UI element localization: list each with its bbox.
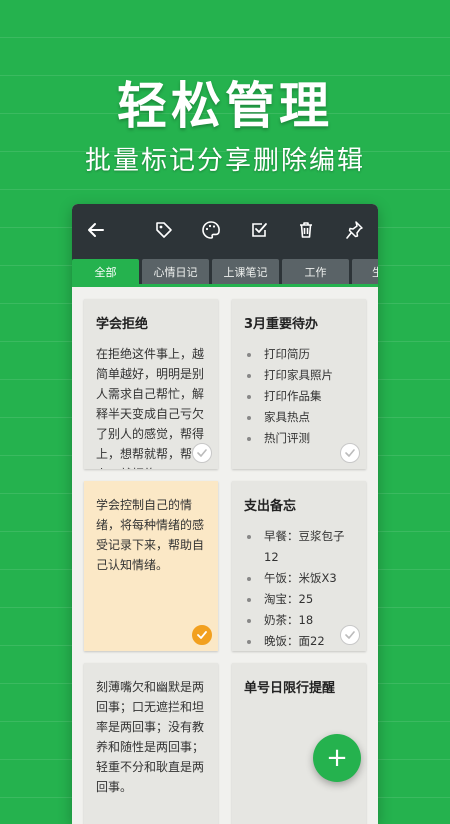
- tab-all[interactable]: 全部: [72, 259, 139, 284]
- select-check-icon[interactable]: [340, 625, 360, 645]
- note-card[interactable]: 3月重要待办 打印简历 打印家具照片 打印作品集 家具热点 热门评测: [232, 299, 366, 469]
- list-item: 家具热点: [244, 407, 354, 428]
- pin-icon[interactable]: [342, 218, 366, 242]
- list-item: 午饭：米饭X3: [244, 568, 354, 589]
- note-body: 刻薄嘴欠和幽默是两回事；口无遮拦和坦率是两回事；没有教养和随性是两回事；轻重不分…: [96, 680, 205, 794]
- note-title: 支出备忘: [244, 499, 297, 514]
- list-item: 打印家具照片: [244, 365, 354, 386]
- trash-icon[interactable]: [294, 218, 318, 242]
- selected-check-icon[interactable]: [192, 625, 212, 645]
- category-tabs: 全部 心情日记 上课笔记 工作 生: [72, 256, 378, 287]
- add-note-button[interactable]: +: [313, 734, 361, 782]
- list-item: 打印简历: [244, 344, 354, 365]
- tab-mood-diary[interactable]: 心情日记: [142, 259, 209, 284]
- hero-subtitle: 批量标记分享删除编辑: [84, 146, 365, 176]
- todo-list: 打印简历 打印家具照片 打印作品集 家具热点 热门评测: [244, 344, 354, 449]
- select-check-icon[interactable]: [340, 443, 360, 463]
- note-card[interactable]: 学会控制自己的情绪，将每种情绪的感受记录下来，帮助自己认知情绪。: [84, 481, 218, 651]
- list-item: 早餐：豆浆包子12: [244, 526, 354, 568]
- note-body: 学会控制自己的情绪，将每种情绪的感受记录下来，帮助自己认知情绪。: [96, 498, 205, 572]
- list-item: 奶茶：18: [244, 610, 354, 631]
- tab-life[interactable]: 生: [352, 259, 378, 284]
- note-title: 学会拒绝: [96, 317, 149, 332]
- list-item: 淘宝：25: [244, 589, 354, 610]
- phone-screen: 全部 心情日记 上课笔记 工作 生 学会拒绝 在拒绝这件事上，越简单越好，明明是…: [72, 204, 378, 824]
- tab-work[interactable]: 工作: [282, 259, 349, 284]
- palette-icon[interactable]: [199, 218, 223, 242]
- check-square-icon[interactable]: [247, 218, 271, 242]
- tag-icon[interactable]: [152, 218, 176, 242]
- list-item: 热门评测: [244, 428, 354, 449]
- note-title: 3月重要待办: [244, 317, 319, 332]
- select-check-icon[interactable]: [192, 443, 212, 463]
- back-arrow-icon[interactable]: [84, 218, 108, 242]
- note-body: 在拒绝这件事上，越简单越好，明明是别人需求自己帮忙，解释半天变成自己亏欠了别人的…: [96, 347, 205, 469]
- note-card[interactable]: 学会拒绝 在拒绝这件事上，越简单越好，明明是别人需求自己帮忙，解释半天变成自己亏…: [84, 299, 218, 469]
- note-title: 单号日限行提醒: [244, 681, 336, 696]
- list-item: 打印作品集: [244, 386, 354, 407]
- expense-list: 早餐：豆浆包子12 午饭：米饭X3 淘宝：25 奶茶：18 晚饭：面22: [244, 526, 354, 651]
- list-item: 晚饭：面22: [244, 631, 354, 651]
- hero-title: 轻松管理: [117, 77, 333, 135]
- toolbar: [72, 204, 378, 256]
- tab-class-notes[interactable]: 上课笔记: [212, 259, 279, 284]
- note-card[interactable]: 支出备忘 早餐：豆浆包子12 午饭：米饭X3 淘宝：25 奶茶：18 晚饭：面2…: [232, 481, 366, 651]
